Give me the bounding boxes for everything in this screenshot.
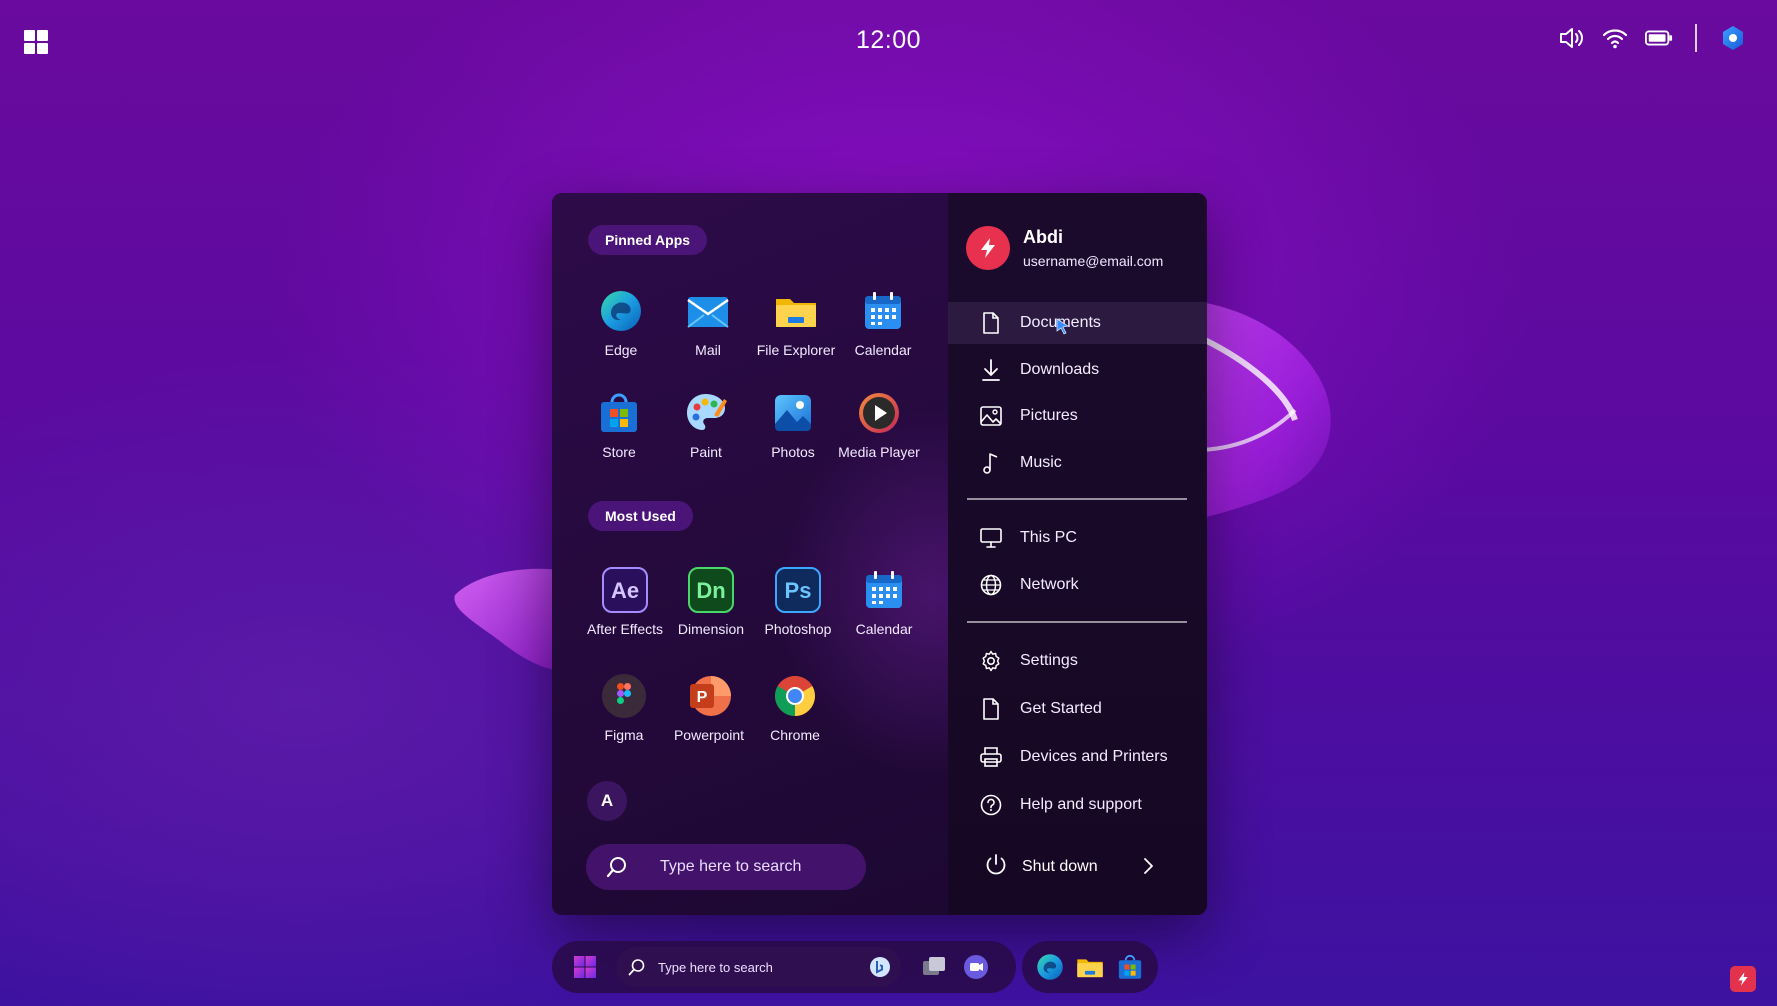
app-after-effects[interactable]: Ae After Effects — [575, 567, 675, 637]
app-edge[interactable]: Edge — [571, 288, 671, 358]
search-icon — [594, 856, 640, 878]
svg-text:Dn: Dn — [696, 578, 725, 603]
shutdown-button[interactable]: Shut down — [984, 847, 1184, 887]
app-mail[interactable]: Mail — [658, 288, 758, 358]
divider — [967, 498, 1187, 500]
chat-icon[interactable] — [961, 952, 991, 982]
link-downloads[interactable]: Downloads — [948, 349, 1207, 391]
bing-icon[interactable] — [869, 956, 891, 983]
link-settings[interactable]: Settings — [948, 640, 1207, 682]
link-get-started[interactable]: Get Started — [948, 688, 1207, 730]
taskbar-search-box[interactable]: Type here to search — [616, 947, 901, 987]
app-calendar[interactable]: Calendar — [833, 288, 933, 358]
app-photoshop[interactable]: Ps Photoshop — [748, 567, 848, 637]
task-view-icon[interactable] — [919, 952, 949, 982]
dimension-icon: Dn — [688, 567, 734, 613]
app-chrome[interactable]: Chrome — [745, 673, 845, 743]
user-name: Abdi — [1023, 227, 1063, 247]
pinned-apps-label: Pinned Apps — [588, 225, 708, 255]
taskbar: Type here to search — [552, 941, 1158, 993]
link-this-pc[interactable]: This PC — [948, 517, 1207, 559]
start-search-box[interactable]: Type here to search — [586, 844, 866, 890]
calendar-icon — [861, 567, 907, 613]
divider — [967, 621, 1187, 623]
app-powerpoint[interactable]: P Powerpoint — [659, 673, 759, 743]
most-used-label: Most Used — [588, 501, 693, 531]
app-paint[interactable]: Paint — [656, 390, 756, 460]
start-left-pane: Pinned Apps Edge Mail File Explorer Cale… — [552, 193, 948, 915]
photoshop-icon: Ps — [775, 567, 821, 613]
top-bar: 12:00 — [0, 0, 1777, 80]
play-icon — [856, 390, 902, 436]
power-icon — [984, 853, 1008, 882]
chrome-icon — [772, 673, 818, 719]
tray-separator — [1695, 24, 1697, 52]
link-documents[interactable]: Documents — [948, 302, 1207, 344]
start-menu: Pinned Apps Edge Mail File Explorer Cale… — [552, 193, 1207, 915]
app-dimension[interactable]: Dn Dimension — [661, 567, 761, 637]
gear-icon — [979, 649, 1003, 673]
corner-app-icon[interactable] — [1730, 966, 1756, 992]
wifi-icon[interactable] — [1601, 24, 1629, 52]
link-pictures[interactable]: Pictures — [948, 395, 1207, 437]
svg-text:Ae: Ae — [611, 578, 639, 603]
start-right-pane: Abdi username@email.com Documents Downlo… — [948, 193, 1207, 915]
after-effects-icon: Ae — [602, 567, 648, 613]
app-calendar-most-used[interactable]: Calendar — [834, 567, 934, 637]
avatar — [966, 226, 1010, 270]
taskbar-main-group: Type here to search — [552, 941, 1016, 993]
svg-text:P: P — [697, 689, 708, 706]
photos-icon — [770, 390, 816, 436]
user-email: username@email.com — [1023, 253, 1164, 269]
start-button[interactable] — [570, 952, 600, 982]
mail-icon — [685, 288, 731, 334]
music-icon — [979, 451, 1003, 475]
chevron-right-icon[interactable] — [1142, 857, 1154, 880]
monitor-icon — [979, 526, 1003, 550]
app-store[interactable]: Store — [569, 390, 669, 460]
download-icon — [979, 358, 1003, 382]
system-tray — [1557, 24, 1747, 52]
powerpoint-icon: P — [686, 673, 732, 719]
decorative-blob-left — [454, 568, 560, 670]
shutdown-label: Shut down — [1022, 858, 1098, 875]
search-placeholder: Type here to search — [660, 858, 802, 875]
calendar-icon — [860, 288, 906, 334]
link-help-support[interactable]: Help and support — [948, 784, 1207, 826]
link-network[interactable]: Network — [948, 564, 1207, 606]
mouse-cursor-icon — [1056, 318, 1070, 335]
search-icon — [628, 958, 646, 976]
user-profile[interactable]: Abdi username@email.com — [966, 226, 1163, 270]
battery-icon[interactable] — [1645, 24, 1673, 52]
figma-icon — [601, 673, 647, 719]
image-icon — [979, 404, 1003, 428]
clock: 12:00 — [855, 26, 922, 54]
taskbar-search-placeholder: Type here to search — [658, 959, 773, 975]
alphabet-jump-a[interactable]: A — [587, 781, 627, 821]
folder-icon — [773, 288, 819, 334]
taskbar-store-icon[interactable] — [1116, 952, 1144, 982]
store-icon — [596, 390, 642, 436]
document-icon — [979, 311, 1003, 335]
app-file-explorer[interactable]: File Explorer — [746, 288, 846, 358]
volume-icon[interactable] — [1557, 24, 1585, 52]
taskbar-edge-icon[interactable] — [1036, 952, 1064, 982]
link-devices-printers[interactable]: Devices and Printers — [948, 736, 1207, 778]
help-icon — [979, 793, 1003, 817]
edge-icon — [598, 288, 644, 334]
copilot-icon[interactable] — [1719, 24, 1747, 52]
globe-icon — [979, 573, 1003, 597]
paint-icon — [683, 390, 729, 436]
taskbar-folder-icon[interactable] — [1076, 952, 1104, 982]
printer-icon — [979, 745, 1003, 769]
app-media-player[interactable]: Media Player — [829, 390, 929, 460]
app-photos[interactable]: Photos — [743, 390, 843, 460]
svg-text:Ps: Ps — [785, 578, 812, 603]
taskbar-apps-group — [1022, 941, 1158, 993]
link-music[interactable]: Music — [948, 442, 1207, 484]
document-icon — [979, 697, 1003, 721]
